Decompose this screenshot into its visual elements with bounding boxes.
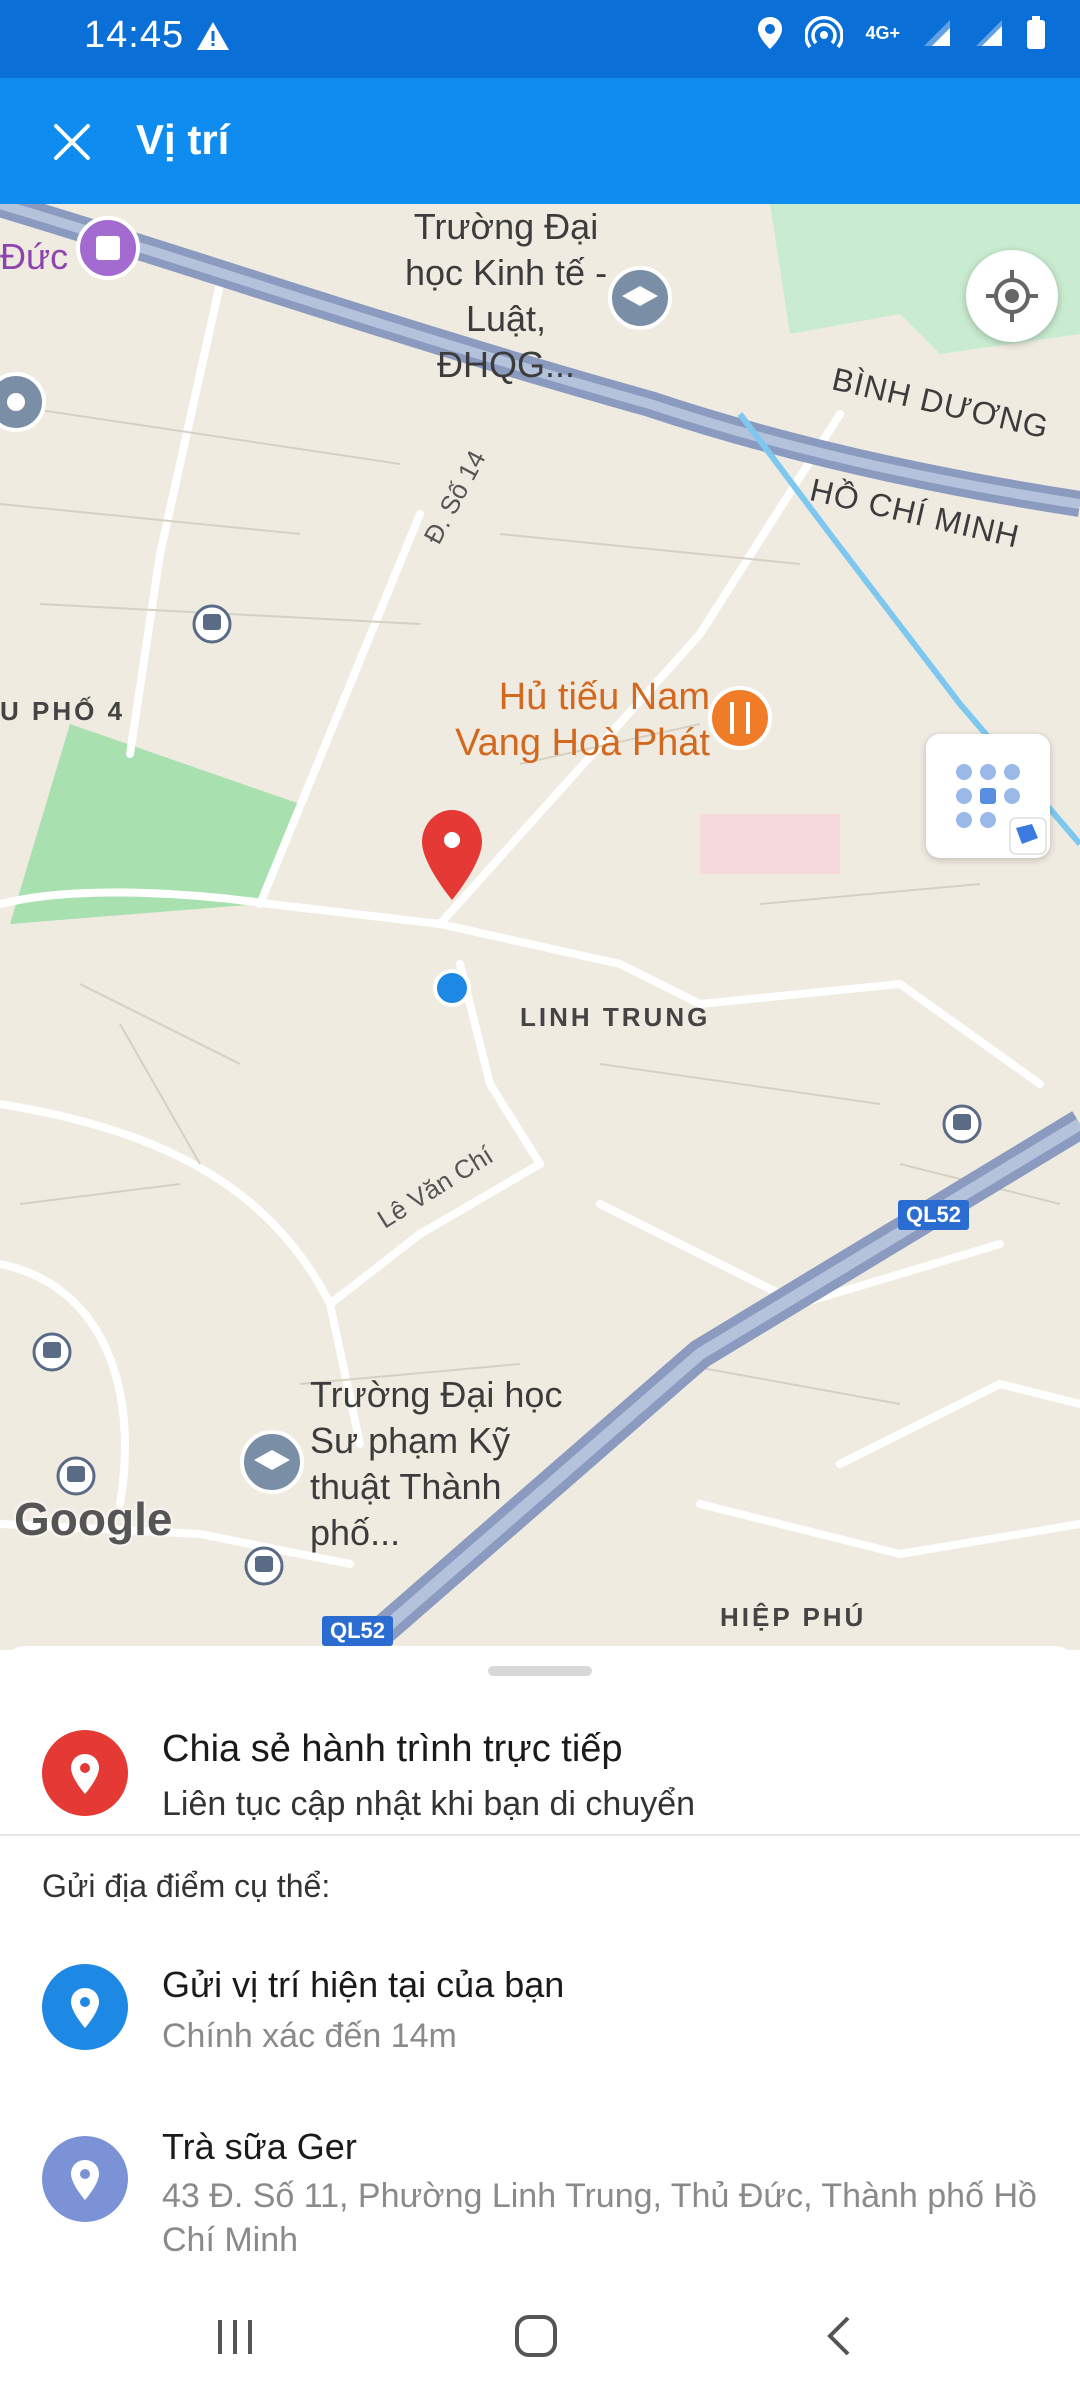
place-address: 43 Đ. Số 11, Phường Linh Trung, Thủ Đức,… (162, 2177, 1037, 2259)
grid-dots-icon (956, 764, 1047, 855)
route-badge: QL52 (898, 1200, 970, 1230)
current-location-accuracy: Chính xác đến 14m (162, 2017, 457, 2055)
map-label-university: Trường Đại học Sư phạm Kỹ thuật Thành ph… (310, 1374, 563, 1553)
signal-icon (976, 20, 1002, 46)
live-share-subtitle: Liên tục cập nhật khi bạn di chuyển (162, 1785, 696, 1823)
google-logo: Google (14, 1493, 173, 1545)
place-icon (0, 372, 46, 432)
restaurant-icon (708, 686, 772, 750)
location-icon (758, 17, 783, 49)
send-place-option[interactable]: Trà sữa Ger 43 Đ. Số 11, Phường Linh Tru… (0, 2126, 1080, 2276)
back-icon[interactable] (820, 2314, 860, 2358)
status-time: 14:45 (84, 14, 185, 56)
map-label-district: HIỆP PHÚ (720, 1602, 867, 1632)
recent-apps-icon[interactable] (214, 2316, 256, 2358)
live-share-title: Chia sẻ hành trình trực tiếp (162, 1728, 623, 1770)
current-location-title: Gửi vị trí hiện tại của bạn (162, 1964, 565, 2005)
bus-stop-icon (56, 1456, 96, 1496)
live-share-option[interactable]: Chia sẻ hành trình trực tiếp Liên tục cậ… (0, 1726, 1080, 1830)
page-title: Vị trí (136, 116, 230, 163)
home-icon[interactable] (512, 2312, 560, 2360)
map-label-area: U PHỐ 4 (0, 696, 126, 726)
network-type: 4G+ (865, 23, 900, 43)
current-location-icon (42, 1964, 128, 2050)
bus-stop-icon (942, 1104, 982, 1144)
sheet-handle[interactable] (488, 1666, 592, 1676)
cinema-icon (76, 216, 140, 280)
map-label-restaurant: Hủ tiếu Nam Vang Hoà Phát (455, 676, 710, 764)
route-badge: QL52 (322, 1616, 394, 1646)
map-view[interactable]: Trường Đại học Kinh tế - Luật, ĐHQG... H… (0, 204, 1080, 1650)
crosshair-icon (986, 270, 1038, 322)
place-name: Trà sữa Ger (162, 2126, 357, 2167)
section-label: Gửi địa điểm cụ thể: (42, 1868, 331, 1904)
map-label-district: LINH TRUNG (520, 1002, 711, 1032)
place-pin-icon (42, 2136, 128, 2222)
status-bar: 14:45 4G+ (0, 0, 1080, 78)
my-location-button[interactable] (966, 250, 1058, 342)
bottom-sheet: Chia sẻ hành trình trực tiếp Liên tục cậ… (0, 1646, 1080, 2286)
system-nav-bar (0, 2286, 1080, 2400)
map-label-area: Đức (0, 236, 69, 277)
close-icon[interactable] (48, 118, 96, 166)
bus-stop-icon (244, 1546, 284, 1586)
app-bar: Vị trí (0, 78, 1080, 204)
map-layers-button[interactable] (926, 734, 1050, 858)
signal-icon (924, 20, 950, 46)
current-location-dot-icon (433, 969, 471, 1007)
send-current-location-option[interactable]: Gửi vị trí hiện tại của bạn Chính xác đế… (0, 1960, 1080, 2070)
map-label-university: Trường Đại học Kinh tế - Luật, ĐHQG... (404, 206, 608, 385)
bus-stop-icon (192, 604, 232, 644)
university-icon (240, 1430, 304, 1494)
hospital-area (700, 814, 840, 874)
university-icon (608, 266, 672, 330)
battery-icon (1027, 16, 1045, 49)
hotspot-icon (805, 16, 844, 49)
status-icons: 4G+ (757, 16, 1046, 50)
warning-icon (197, 22, 229, 50)
live-location-icon (42, 1730, 128, 1816)
bus-stop-icon (32, 1332, 72, 1372)
divider (0, 1834, 1080, 1836)
